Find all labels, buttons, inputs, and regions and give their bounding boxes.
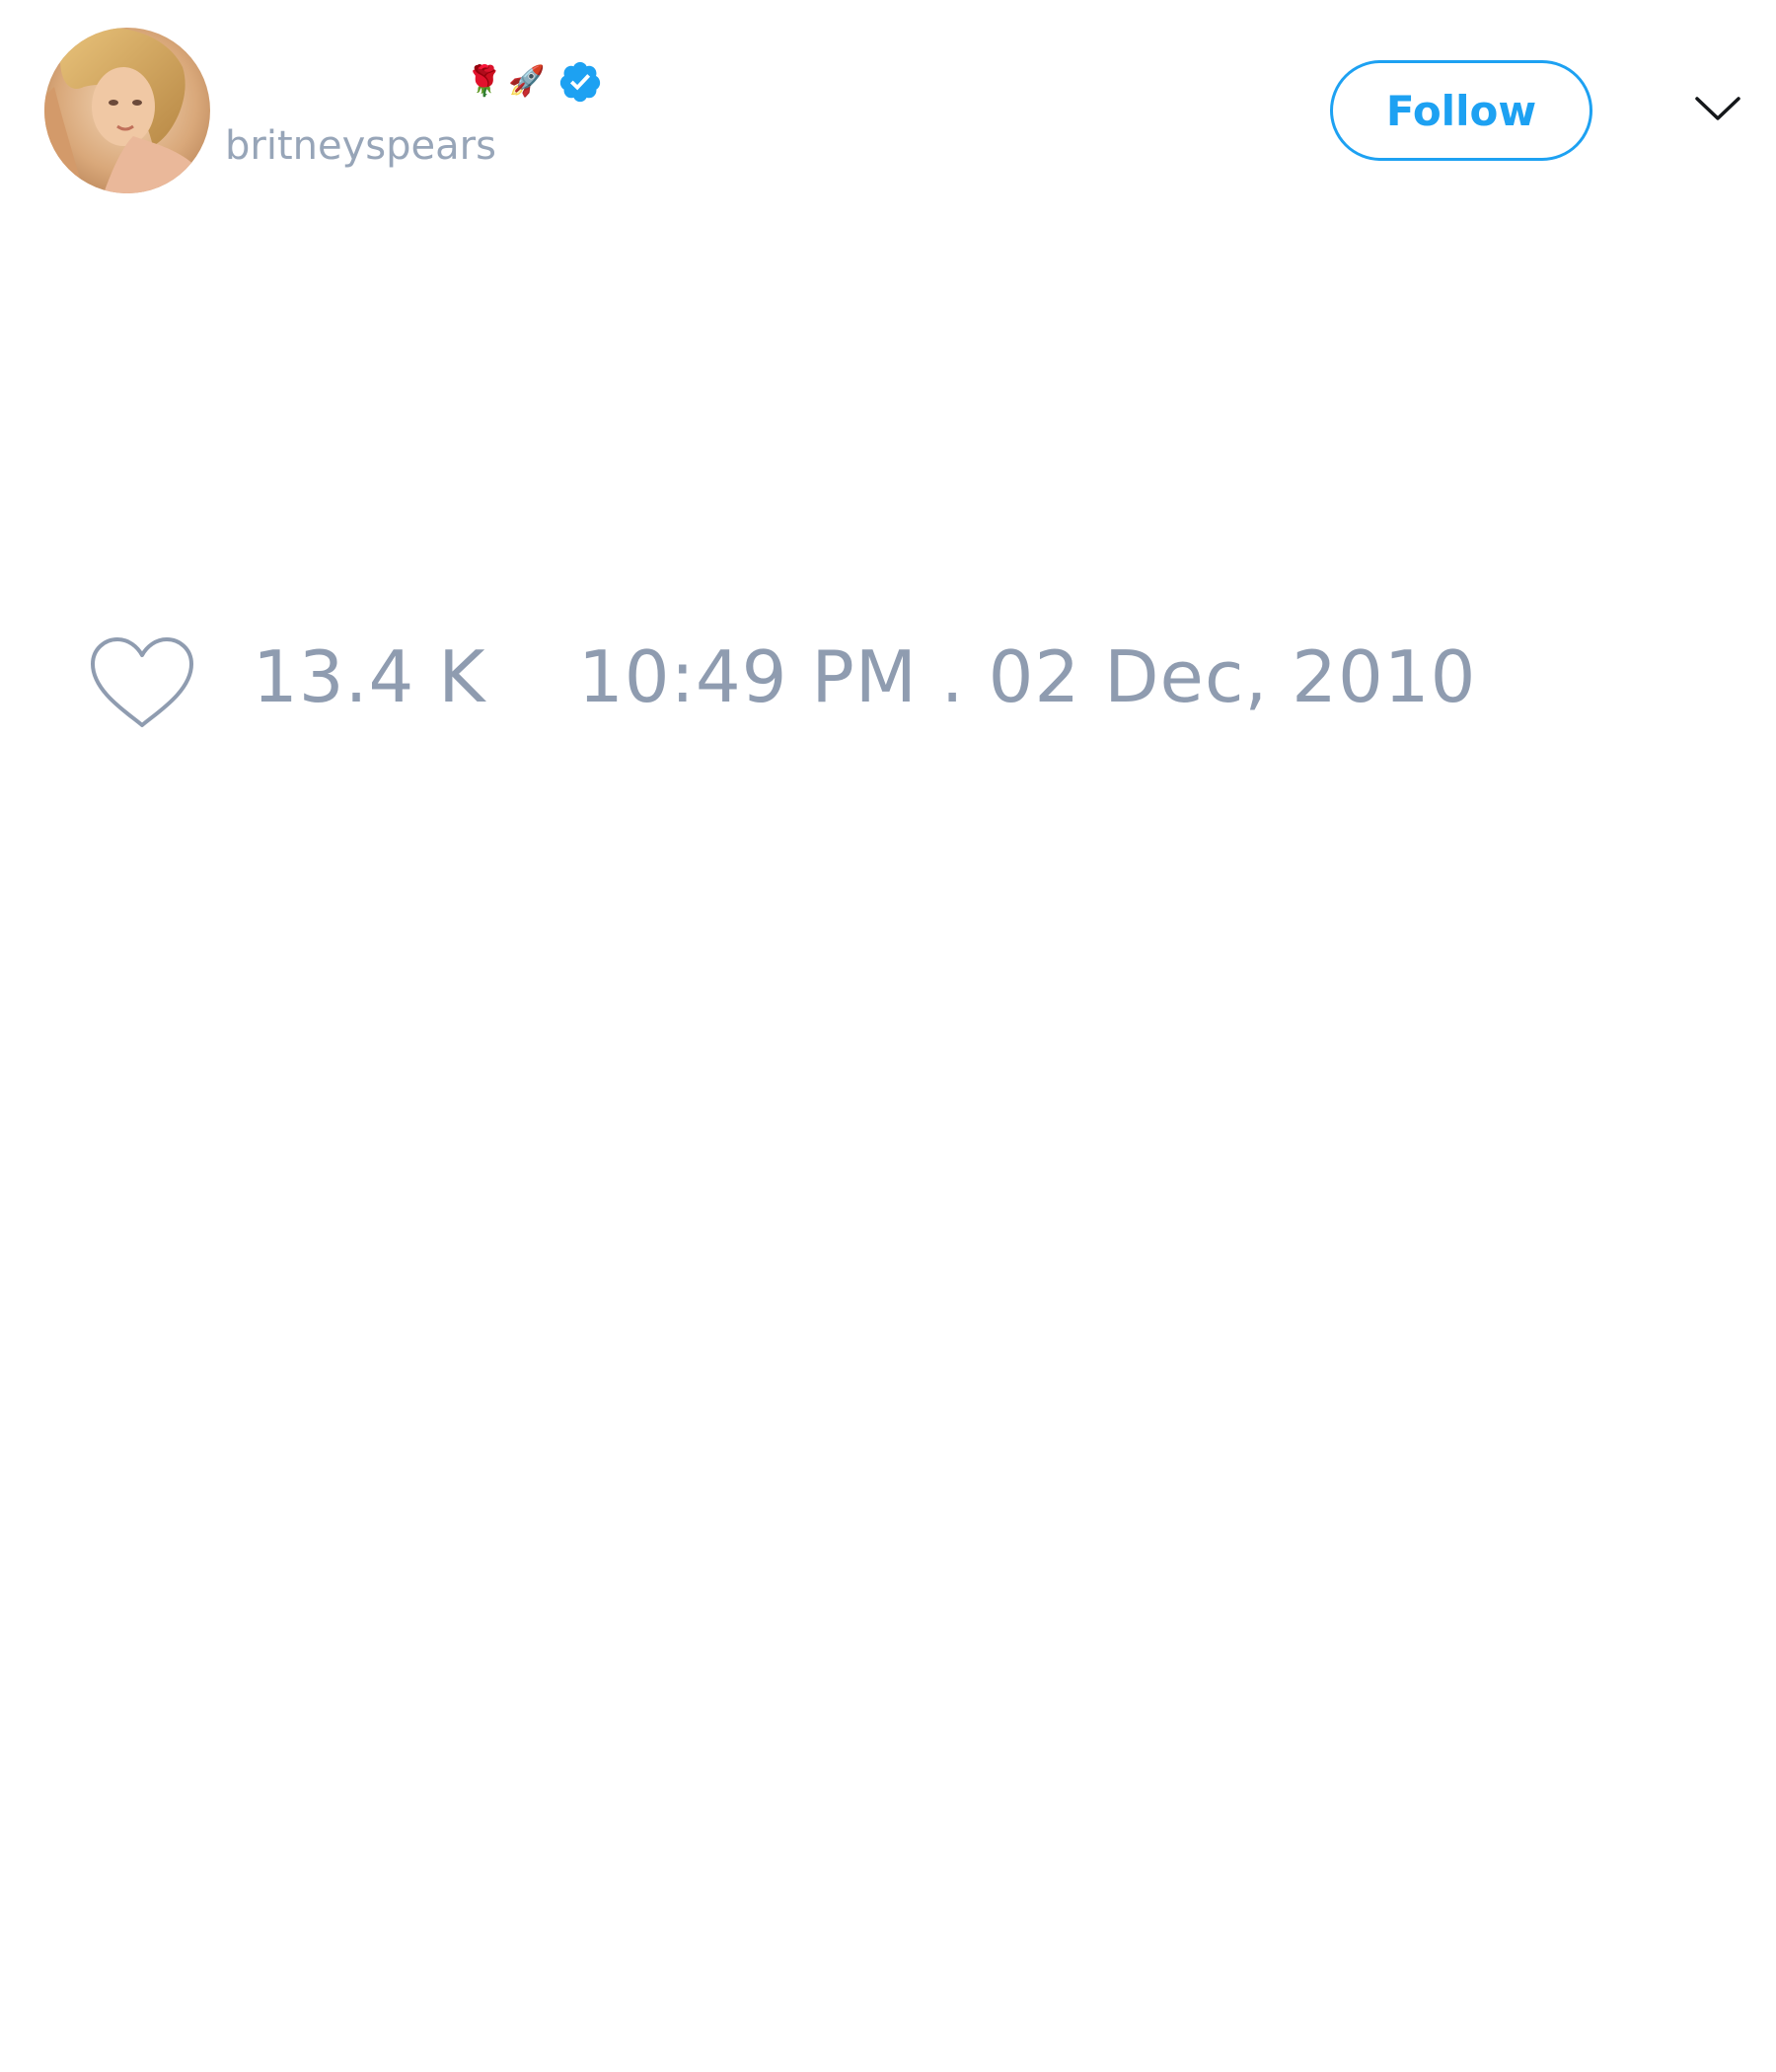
- likes-count: 13.4 K: [253, 635, 486, 718]
- avatar[interactable]: [44, 28, 210, 193]
- follow-button[interactable]: Follow: [1330, 60, 1592, 161]
- tweet-timestamp[interactable]: 10:49 PM . 02 Dec, 2010: [578, 641, 1476, 712]
- heart-outline-icon[interactable]: [89, 636, 195, 731]
- profile-photo: [44, 28, 210, 193]
- rocket-emoji: 🚀: [508, 64, 546, 99]
- display-name-row: 🌹 🚀: [460, 57, 603, 107]
- chevron-down-icon[interactable]: [1693, 91, 1742, 126]
- verified-badge-icon: [559, 61, 600, 103]
- user-handle[interactable]: britneyspears: [225, 126, 496, 166]
- rose-emoji: 🌹: [466, 64, 503, 99]
